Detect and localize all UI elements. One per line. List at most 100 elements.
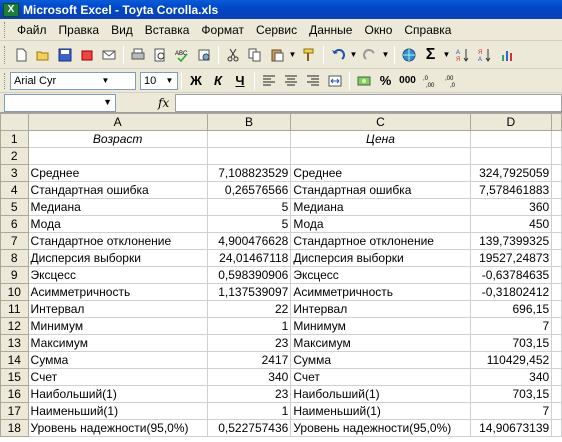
- email-icon[interactable]: [98, 45, 119, 65]
- cell-b[interactable]: 2417: [206, 351, 292, 369]
- column-header-d[interactable]: D: [469, 113, 553, 131]
- row-header[interactable]: 12: [0, 317, 29, 335]
- undo-icon[interactable]: [327, 45, 348, 65]
- cell-a[interactable]: Эксцесс: [27, 266, 208, 284]
- cell-a[interactable]: Максимум: [27, 334, 208, 352]
- cell-c[interactable]: Медиана: [290, 198, 471, 216]
- chevron-down-icon[interactable]: ▼: [159, 73, 177, 89]
- cell-e[interactable]: [551, 164, 562, 182]
- cell-c[interactable]: Сумма: [290, 351, 471, 369]
- cell-d[interactable]: 324,7925059: [469, 164, 553, 182]
- cell-c[interactable]: Максимум: [290, 334, 471, 352]
- cell-b[interactable]: 5: [206, 198, 292, 216]
- cell-a[interactable]: Счет: [27, 368, 208, 386]
- toolbar-grip-icon[interactable]: [4, 21, 7, 38]
- spelling-icon[interactable]: ABC: [171, 45, 192, 65]
- insert-function-icon[interactable]: fx: [158, 96, 169, 110]
- row-header[interactable]: 5: [0, 198, 29, 216]
- cell-c[interactable]: Интервал: [290, 300, 471, 318]
- row-header[interactable]: 10: [0, 283, 29, 301]
- cell-e[interactable]: [551, 402, 562, 420]
- row-header[interactable]: 17: [0, 402, 29, 420]
- cell-c[interactable]: Дисперсия выборки: [290, 249, 471, 267]
- cell-a[interactable]: Стандартное отклонение: [27, 232, 208, 250]
- italic-button[interactable]: К: [207, 72, 229, 90]
- row-header[interactable]: 2: [0, 147, 29, 165]
- cell-a[interactable]: Сумма: [27, 351, 208, 369]
- column-header-e[interactable]: [551, 113, 562, 131]
- cell-c[interactable]: Цена: [290, 130, 471, 148]
- cell-e[interactable]: [551, 334, 562, 352]
- cell-a[interactable]: Наименьший(1): [27, 402, 208, 420]
- cell-c[interactable]: [290, 147, 471, 165]
- menu-data[interactable]: Данные: [303, 21, 358, 39]
- cell-e[interactable]: [551, 198, 562, 216]
- name-box[interactable]: ▼: [4, 93, 116, 112]
- cell-d[interactable]: 19527,24873: [469, 249, 553, 267]
- cell-b[interactable]: 22: [206, 300, 292, 318]
- format-painter-icon[interactable]: [298, 45, 319, 65]
- row-header[interactable]: 7: [0, 232, 29, 250]
- cell-c[interactable]: Асимметричность: [290, 283, 471, 301]
- cell-e[interactable]: [551, 317, 562, 335]
- row-header[interactable]: 4: [0, 181, 29, 199]
- autosum-icon[interactable]: Σ: [420, 45, 441, 65]
- cell-b[interactable]: 0,522757436: [206, 419, 292, 437]
- redo-icon[interactable]: [359, 45, 380, 65]
- paste-icon[interactable]: [266, 45, 287, 65]
- cell-e[interactable]: [551, 266, 562, 284]
- cell-b[interactable]: 23: [206, 334, 292, 352]
- menu-tools[interactable]: Сервис: [250, 21, 303, 39]
- cell-e[interactable]: [551, 130, 562, 148]
- cell-c[interactable]: Наименьший(1): [290, 402, 471, 420]
- row-header[interactable]: 11: [0, 300, 29, 318]
- sort-ascending-icon[interactable]: AЯ: [452, 45, 473, 65]
- cut-icon[interactable]: [222, 45, 243, 65]
- cell-c[interactable]: Эксцесс: [290, 266, 471, 284]
- cell-e[interactable]: [551, 300, 562, 318]
- cell-d[interactable]: 450: [469, 215, 553, 233]
- redo-dropdown-icon[interactable]: ▼: [381, 45, 390, 65]
- chart-wizard-icon[interactable]: [496, 45, 517, 65]
- row-header[interactable]: 6: [0, 215, 29, 233]
- cell-b[interactable]: 1: [206, 402, 292, 420]
- row-header[interactable]: 9: [0, 266, 29, 284]
- font-name-select[interactable]: Arial Cyr ▼: [10, 71, 136, 90]
- cell-d[interactable]: 340: [469, 368, 553, 386]
- paste-dropdown-icon[interactable]: ▼: [288, 45, 297, 65]
- cell-d[interactable]: [469, 147, 553, 165]
- formula-input[interactable]: [175, 93, 562, 112]
- row-header[interactable]: 14: [0, 351, 29, 369]
- cell-e[interactable]: [551, 249, 562, 267]
- cell-d[interactable]: 7,578461883: [469, 181, 553, 199]
- cell-b[interactable]: 7,108823529: [206, 164, 292, 182]
- increase-decimal-icon[interactable]: ,0,00: [419, 71, 440, 91]
- sort-descending-icon[interactable]: ЯA: [474, 45, 495, 65]
- cell-d[interactable]: 110429,452: [469, 351, 553, 369]
- cell-e[interactable]: [551, 419, 562, 437]
- currency-icon[interactable]: [353, 71, 374, 91]
- cell-e[interactable]: [551, 181, 562, 199]
- cell-d[interactable]: 696,15: [469, 300, 553, 318]
- cell-a[interactable]: Минимум: [27, 317, 208, 335]
- open-folder-icon[interactable]: [32, 45, 53, 65]
- decrease-decimal-icon[interactable]: ,00,0: [441, 71, 462, 91]
- permission-icon[interactable]: [76, 45, 97, 65]
- cell-c[interactable]: Стандартная ошибка: [290, 181, 471, 199]
- research-icon[interactable]: [193, 45, 214, 65]
- cell-d[interactable]: 7: [469, 317, 553, 335]
- hyperlink-icon[interactable]: [398, 45, 419, 65]
- percent-button[interactable]: %: [375, 71, 396, 91]
- cell-a[interactable]: [27, 147, 208, 165]
- cell-d[interactable]: [469, 130, 553, 148]
- spreadsheet-grid[interactable]: A B C D 1 Возраст Цена 2 3 Среднее 7,108823529…: [0, 113, 562, 442]
- print-preview-icon[interactable]: [149, 45, 170, 65]
- save-icon[interactable]: [54, 45, 75, 65]
- row-header[interactable]: 15: [0, 368, 29, 386]
- menu-format[interactable]: Формат: [195, 21, 250, 39]
- column-header-a[interactable]: A: [27, 113, 208, 131]
- cell-d[interactable]: -0,63784635: [469, 266, 553, 284]
- column-header-b[interactable]: B: [206, 113, 292, 131]
- cell-c[interactable]: Наибольший(1): [290, 385, 471, 403]
- undo-dropdown-icon[interactable]: ▼: [349, 45, 358, 65]
